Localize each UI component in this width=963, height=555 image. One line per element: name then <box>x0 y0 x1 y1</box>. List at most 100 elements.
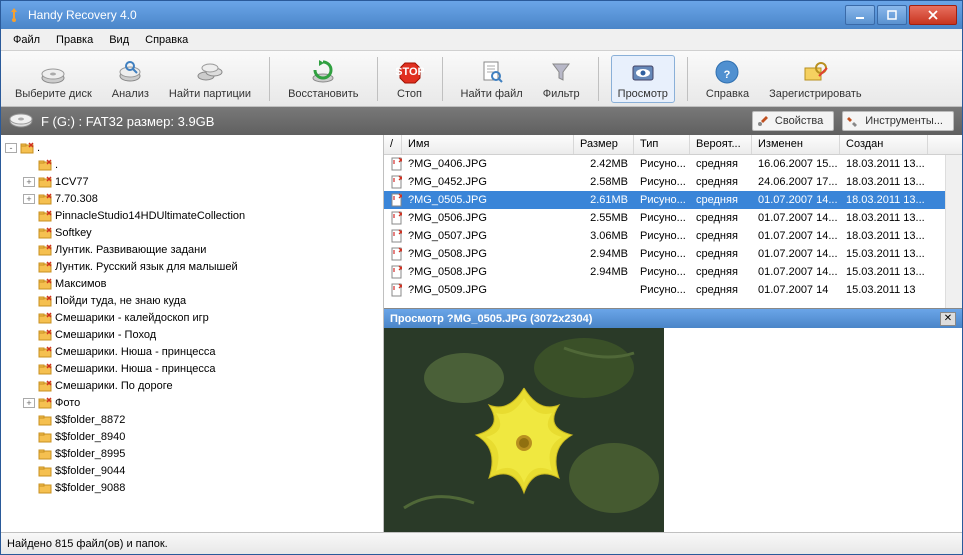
tree-node[interactable]: Смешарики. По дороге <box>5 377 379 394</box>
column-header[interactable]: / <box>384 135 402 154</box>
tree-expander[interactable]: + <box>23 398 35 408</box>
app-window: Handy Recovery 4.0 ФайлПравкаВидСправка … <box>0 0 963 555</box>
file-cell: 2.42MB <box>574 156 634 172</box>
toolbar-stop-button[interactable]: STOP Стоп <box>390 56 430 102</box>
preview-close-button[interactable]: ✕ <box>940 312 956 326</box>
file-cell: средняя <box>690 228 752 244</box>
tree-expander[interactable]: + <box>23 177 35 187</box>
tree-expander[interactable]: + <box>23 194 35 204</box>
preview-titlebar[interactable]: Просмотр ?MG_0505.JPG (3072x2304) ✕ <box>384 309 962 328</box>
drive-icon <box>9 112 33 130</box>
file-cell: 15.03.2011 13... <box>840 246 928 262</box>
toolbar-separator <box>442 57 443 101</box>
tree-node[interactable]: +1CV77 <box>5 173 379 190</box>
tree-expander[interactable]: - <box>5 143 17 153</box>
tree-node[interactable]: $$folder_8872 <box>5 411 379 428</box>
folder-icon <box>38 363 52 375</box>
tree-node[interactable]: + Фото <box>5 394 379 411</box>
file-row[interactable]: ?MG_0509.JPGРисуно...средняя01.07.2007 1… <box>384 281 962 299</box>
tree-node[interactable]: Softkey <box>5 224 379 241</box>
tree-node[interactable]: Смешарики - калейдоскоп игр <box>5 309 379 326</box>
file-row[interactable]: ?MG_0508.JPG2.94MBРисуно...средняя01.07.… <box>384 245 962 263</box>
file-row[interactable]: ?MG_0506.JPG2.55MBРисуно...средняя01.07.… <box>384 209 962 227</box>
tree-node[interactable]: . <box>5 156 379 173</box>
file-cell: 24.06.2007 17... <box>752 174 840 190</box>
tree-node[interactable]: $$folder_9044 <box>5 462 379 479</box>
column-header[interactable]: Имя <box>402 135 574 154</box>
file-cell: ?MG_0507.JPG <box>402 228 574 244</box>
file-cell: 01.07.2007 14... <box>752 228 840 244</box>
toolbar-filter-button[interactable]: Фильтр <box>537 56 586 102</box>
properties-button[interactable]: Свойства <box>752 111 834 131</box>
tree-node[interactable]: Смешарики. Нюша - принцесса <box>5 343 379 360</box>
file-row[interactable]: ?MG_0452.JPG2.58MBРисуно...средняя24.06.… <box>384 173 962 191</box>
menu-правка[interactable]: Правка <box>48 31 101 49</box>
file-cell <box>384 173 402 191</box>
tree-node[interactable]: +7.70.308 <box>5 190 379 207</box>
file-row[interactable]: ?MG_0508.JPG2.94MBРисуно...средняя01.07.… <box>384 263 962 281</box>
tree-node[interactable]: $$folder_9088 <box>5 479 379 496</box>
titlebar[interactable]: Handy Recovery 4.0 <box>1 1 962 29</box>
toolbar-find-button[interactable]: Найти файл <box>455 56 529 102</box>
tree-node[interactable]: Лунтик. Развивающие задани <box>5 241 379 258</box>
file-cell <box>384 263 402 281</box>
column-header[interactable]: Размер <box>574 135 634 154</box>
file-row[interactable]: ?MG_0507.JPG3.06MBРисуно...средняя01.07.… <box>384 227 962 245</box>
file-cell: ?MG_0406.JPG <box>402 156 574 172</box>
toolbar-register-button[interactable]: Зарегистрировать <box>763 56 868 102</box>
folder-tree[interactable]: -..+1CV77+7.70.308PinnacleStudio14HDUlti… <box>1 135 384 532</box>
svg-text:STOP: STOP <box>396 66 424 78</box>
menu-файл[interactable]: Файл <box>5 31 48 49</box>
analyze-icon <box>116 58 144 86</box>
column-header[interactable]: Вероят... <box>690 135 752 154</box>
toolbar-label: Зарегистрировать <box>769 88 862 100</box>
tree-node[interactable]: -. <box>5 139 379 156</box>
file-cell <box>384 227 402 245</box>
toolbar-recover-button[interactable]: Восстановить <box>282 56 364 102</box>
tree-label: Смешарики. Нюша - принцесса <box>55 363 216 375</box>
file-scrollbar[interactable] <box>945 155 962 308</box>
file-row[interactable]: ?MG_0505.JPG2.61MBРисуно...средняя01.07.… <box>384 191 962 209</box>
toolbar-label: Анализ <box>112 88 149 100</box>
menu-справка[interactable]: Справка <box>137 31 196 49</box>
file-cell: Рисуно... <box>634 264 690 280</box>
tree-node[interactable]: Лунтик. Русский язык для малышей <box>5 258 379 275</box>
menubar: ФайлПравкаВидСправка <box>1 29 962 51</box>
toolbar-preview-button[interactable]: Просмотр <box>611 55 675 103</box>
tree-label: Фото <box>55 397 80 409</box>
tree-node[interactable]: PinnacleStudio14HDUltimateCollection <box>5 207 379 224</box>
tree-node[interactable]: $$folder_8995 <box>5 445 379 462</box>
tools-button[interactable]: Инструменты... <box>842 111 954 131</box>
toolbar-separator <box>377 57 378 101</box>
file-cell: 01.07.2007 14 <box>752 282 840 298</box>
maximize-button[interactable] <box>877 5 907 25</box>
column-header[interactable]: Создан <box>840 135 928 154</box>
menu-вид[interactable]: Вид <box>101 31 137 49</box>
tree-node[interactable]: Пойди туда, не знаю куда <box>5 292 379 309</box>
tree-node[interactable]: $$folder_8940 <box>5 428 379 445</box>
file-icon <box>390 175 402 189</box>
toolbar-label: Фильтр <box>543 88 580 100</box>
toolbar-help-button[interactable]: ?Справка <box>700 56 755 102</box>
tree-node[interactable]: Смешарики - Поход <box>5 326 379 343</box>
toolbar-label: Восстановить <box>288 88 358 100</box>
toolbar-partitions-button[interactable]: Найти партиции <box>163 56 257 102</box>
file-cell: 18.03.2011 13... <box>840 210 928 226</box>
tree-node[interactable]: Смешарики. Нюша - принцесса <box>5 360 379 377</box>
file-cell: 01.07.2007 14... <box>752 192 840 208</box>
folder-icon <box>38 312 52 324</box>
toolbar-label: Стоп <box>397 88 422 100</box>
partitions-icon <box>196 58 224 86</box>
close-button[interactable] <box>909 5 957 25</box>
minimize-button[interactable] <box>845 5 875 25</box>
toolbar-analyze-button[interactable]: Анализ <box>106 56 155 102</box>
column-header[interactable]: Изменен <box>752 135 840 154</box>
toolbar-disk-button[interactable]: Выберите диск <box>9 56 98 102</box>
file-cell: 18.03.2011 13... <box>840 192 928 208</box>
tree-node[interactable]: Максимов <box>5 275 379 292</box>
column-header[interactable]: Тип <box>634 135 690 154</box>
toolbar: Выберите диск Анализ Найти партиции Восстан… <box>1 51 962 107</box>
tree-label: 7.70.308 <box>55 193 98 205</box>
file-row[interactable]: ?MG_0406.JPG2.42MBРисуно...средняя16.06.… <box>384 155 962 173</box>
file-cell <box>384 209 402 227</box>
